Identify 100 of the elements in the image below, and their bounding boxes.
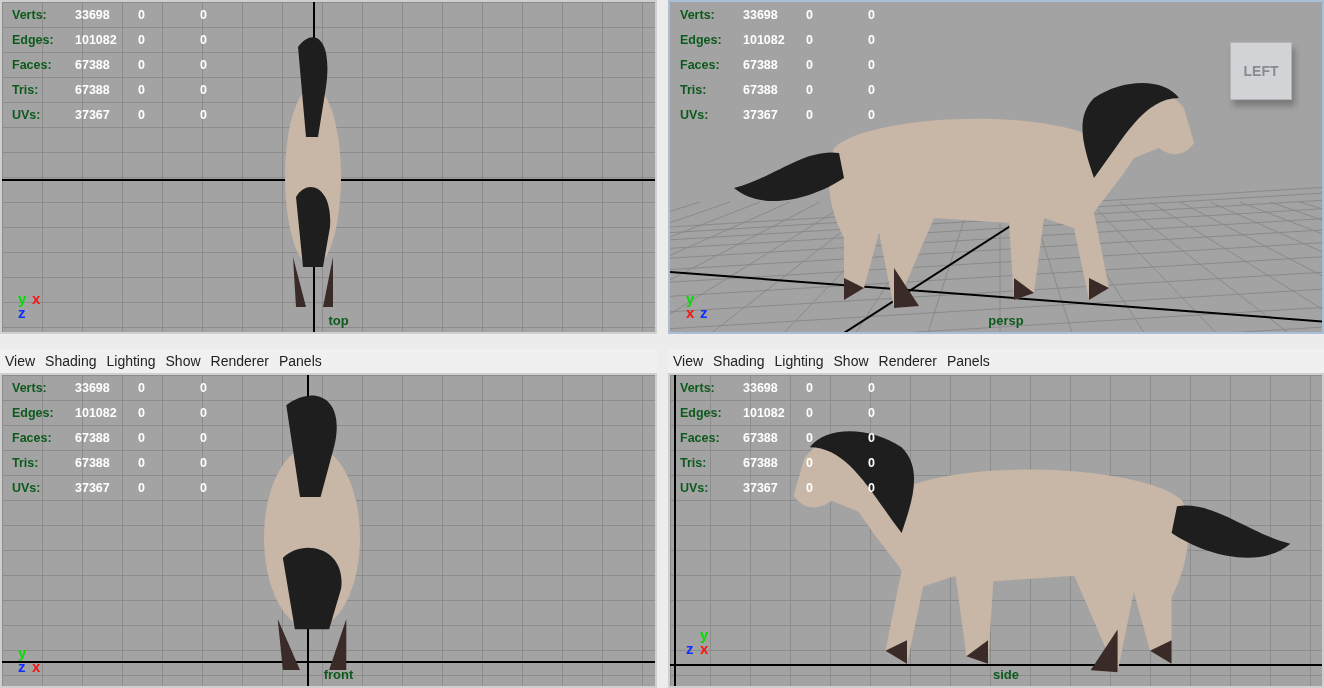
axis-label: x — [686, 306, 696, 320]
axis-label: y — [18, 646, 28, 660]
stat-value: 0 — [806, 107, 814, 124]
stat-value: 67388 — [75, 57, 111, 74]
stat-value: 101082 — [75, 32, 118, 49]
stat-label: Edges: — [12, 405, 55, 422]
axis-label: x — [32, 660, 42, 674]
stat-value: 37367 — [75, 107, 111, 124]
axis-label: y — [700, 628, 710, 642]
stat-value: 33698 — [75, 7, 111, 24]
stat-label: Faces: — [680, 430, 721, 447]
stat-value: 0 — [868, 380, 876, 397]
stat-value: 0 — [806, 405, 814, 422]
stat-value: 67388 — [75, 430, 111, 447]
viewport-panel[interactable]: Verts: 33698 0 0 Edges: 101082 0 0 Faces: 67388 0 0 Tris: 67388 0 0 UVs: 37367 0 0 y z x side — [668, 373, 1324, 688]
stat-value: 0 — [138, 82, 146, 99]
stat-value: 33698 — [743, 7, 779, 24]
menu-item[interactable]: Shading — [708, 351, 770, 371]
stat-value: 0 — [200, 7, 208, 24]
stat-value: 0 — [138, 107, 146, 124]
menu-item[interactable]: View — [668, 351, 709, 371]
menu-item[interactable]: Lighting — [769, 351, 829, 371]
stat-value: 67388 — [75, 455, 111, 472]
axis-label: x — [32, 292, 42, 306]
stat-label: Tris: — [12, 455, 40, 472]
axis-label: z — [18, 660, 27, 674]
stat-value: 0 — [138, 57, 146, 74]
menu-item[interactable]: Lighting — [101, 351, 161, 371]
camera-label: front — [323, 665, 354, 684]
menu-item[interactable]: View — [0, 351, 41, 371]
stat-value: 0 — [200, 107, 208, 124]
stat-label: Edges: — [680, 32, 723, 49]
stat-label: Tris: — [680, 455, 708, 472]
stat-value: 0 — [138, 32, 146, 49]
stat-label: Verts: — [680, 380, 716, 397]
stat-label: Faces: — [680, 57, 721, 74]
stat-label: UVs: — [680, 107, 710, 124]
stat-value: 0 — [138, 480, 146, 497]
stat-value: 0 — [868, 405, 876, 422]
stat-value: 37367 — [75, 480, 111, 497]
stat-value: 0 — [138, 7, 146, 24]
stat-value: 0 — [806, 32, 814, 49]
stat-label: Tris: — [12, 82, 40, 99]
camera-label: top — [328, 311, 349, 330]
stat-value: 0 — [868, 82, 876, 99]
stat-value: 67388 — [743, 57, 779, 74]
stat-value: 33698 — [75, 380, 111, 397]
axis-label: y — [686, 292, 696, 306]
stat-value: 37367 — [743, 480, 779, 497]
menu-item[interactable]: Show — [160, 351, 206, 371]
stat-value: 0 — [868, 455, 876, 472]
stat-value: 33698 — [743, 380, 779, 397]
stat-value: 101082 — [743, 405, 786, 422]
camera-label: persp — [988, 311, 1024, 330]
stat-value: 0 — [806, 380, 814, 397]
stat-label: UVs: — [12, 480, 42, 497]
stat-value: 0 — [806, 480, 814, 497]
stat-label: Edges: — [680, 405, 723, 422]
stat-value: 0 — [200, 32, 208, 49]
stat-value: 0 — [868, 7, 876, 24]
stat-value: 0 — [806, 455, 814, 472]
stat-value: 101082 — [743, 32, 786, 49]
camera-label: side — [993, 665, 1019, 684]
stat-label: UVs: — [12, 107, 42, 124]
stat-value: 67388 — [75, 82, 111, 99]
stat-label: Tris: — [680, 82, 708, 99]
stat-label: Verts: — [12, 380, 48, 397]
stat-value: 0 — [806, 430, 814, 447]
menu-item[interactable]: Panels — [941, 351, 995, 371]
stat-value: 0 — [868, 32, 876, 49]
stat-value: 0 — [138, 455, 146, 472]
menu-item[interactable]: Shading — [40, 351, 102, 371]
stat-value: 0 — [868, 480, 876, 497]
stat-value: 0 — [200, 480, 208, 497]
axis-label: z — [686, 642, 695, 656]
stat-value: 0 — [200, 455, 208, 472]
stat-value: 0 — [806, 82, 814, 99]
stat-value: 0 — [138, 405, 146, 422]
stat-value: 67388 — [743, 82, 779, 99]
stat-value: 0 — [200, 380, 208, 397]
menu-item[interactable]: Renderer — [873, 351, 942, 371]
stat-value: 0 — [868, 107, 876, 124]
stat-label: Faces: — [12, 430, 53, 447]
stat-label: Edges: — [12, 32, 55, 49]
stat-label: Faces: — [12, 57, 53, 74]
stat-value: 0 — [138, 380, 146, 397]
stat-value: 0 — [138, 430, 146, 447]
stat-value: 0 — [806, 57, 814, 74]
stat-value: 0 — [200, 405, 208, 422]
stat-label: UVs: — [680, 480, 710, 497]
axis-label: z — [18, 306, 27, 320]
stat-value: 67388 — [743, 430, 779, 447]
stat-value: 0 — [868, 430, 876, 447]
menu-item[interactable]: Show — [828, 351, 874, 371]
stat-label: Verts: — [12, 7, 48, 24]
stat-value: 0 — [200, 82, 208, 99]
axis-label: y — [18, 292, 28, 306]
menu-item[interactable]: Panels — [273, 351, 327, 371]
stat-value: 101082 — [75, 405, 118, 422]
menu-item[interactable]: Renderer — [205, 351, 274, 371]
